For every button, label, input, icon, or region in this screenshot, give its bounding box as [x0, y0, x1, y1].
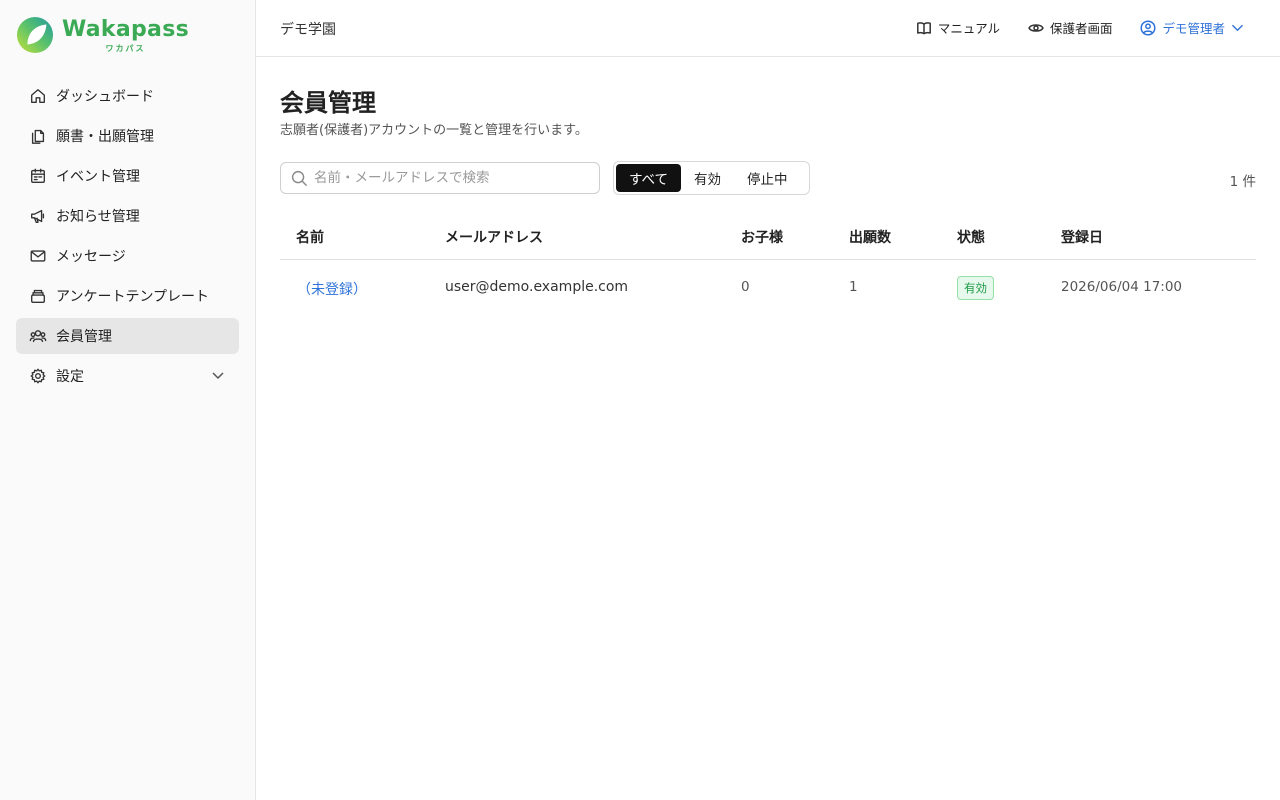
column-header-children[interactable]: お子様 [741, 227, 783, 247]
sidebar-item-applications[interactable]: 願書・出願管理 [16, 118, 239, 154]
book-icon [916, 21, 931, 34]
sidebar-item-members[interactable]: 会員管理 [16, 318, 239, 354]
sidebar: Wakapass ワカパス ダッシュボード 願書・出願管理 イベント管理 お知ら… [0, 0, 256, 800]
search-box[interactable] [280, 162, 600, 194]
filter-active-button[interactable]: 有効 [681, 164, 734, 192]
table-row[interactable]: （未登録） user@demo.example.com 0 1 有効 2026/… [280, 260, 1256, 316]
stack-icon [28, 286, 48, 306]
user-name: デモ管理者 [1162, 21, 1225, 36]
manual-link[interactable]: マニュアル [916, 18, 1000, 37]
organization-name: デモ学園 [280, 22, 336, 38]
sidebar-item-label: 願書・出願管理 [56, 129, 154, 145]
member-email: user@demo.example.com [445, 279, 629, 295]
sidebar-item-messages[interactable]: メッセージ [16, 238, 239, 274]
user-menu-button[interactable]: デモ管理者 [1140, 18, 1244, 37]
brand-logo[interactable]: Wakapass ワカパス [16, 16, 189, 56]
chevron-down-icon[interactable] [211, 368, 227, 384]
chevron-down-icon [1232, 24, 1243, 31]
sidebar-item-survey-templates[interactable]: アンケートテンプレート [16, 278, 239, 314]
column-header-applications[interactable]: 出願数 [849, 227, 891, 247]
sidebar-item-label: 設定 [56, 369, 84, 385]
result-count: 1 件 [1229, 174, 1256, 190]
sidebar-item-label: メッセージ [56, 249, 126, 265]
table-header: 名前 メールアドレス お子様 出願数 状態 登録日 [280, 215, 1256, 260]
sidebar-item-label: お知らせ管理 [56, 209, 140, 225]
member-name-link[interactable]: （未登録） [297, 279, 367, 299]
gear-icon [28, 366, 48, 386]
filter-suspended-button[interactable]: 停止中 [734, 164, 801, 192]
status-filter: すべて 有効 停止中 [613, 161, 810, 195]
manual-label: マニュアル [937, 21, 1000, 36]
calendar-icon [28, 166, 48, 186]
sidebar-item-label: 会員管理 [56, 329, 112, 345]
header-actions: マニュアル 保護者画面 デモ管理者 [888, 18, 1244, 37]
search-icon [291, 170, 308, 186]
users-icon [28, 326, 48, 346]
sidebar-item-label: ダッシュボード [56, 89, 154, 105]
brand-kana: ワカパス [105, 44, 146, 53]
sidebar-item-announcements[interactable]: お知らせ管理 [16, 198, 239, 234]
brand-name: Wakapass [62, 17, 189, 42]
sidebar-item-label: イベント管理 [56, 169, 140, 185]
member-children-count: 0 [741, 279, 750, 295]
page-description: 志願者(保護者)アカウントの一覧と管理を行います。 [280, 123, 588, 138]
documents-icon [28, 126, 48, 146]
guardian-view-label: 保護者画面 [1049, 21, 1113, 36]
sidebar-item-dashboard[interactable]: ダッシュボード [16, 78, 239, 114]
user-circle-icon [1140, 19, 1157, 36]
column-header-registered[interactable]: 登録日 [1061, 227, 1103, 247]
column-header-email[interactable]: メールアドレス [445, 227, 543, 247]
filter-all-button[interactable]: すべて [616, 164, 682, 192]
guardian-view-link[interactable]: 保護者画面 [1028, 18, 1113, 37]
search-input[interactable] [314, 170, 594, 186]
sidebar-item-label: アンケートテンプレート [56, 289, 210, 305]
column-header-name[interactable]: 名前 [296, 227, 324, 247]
member-registered-date: 2026/06/04 17:00 [1061, 279, 1183, 295]
mail-icon [28, 246, 48, 266]
top-header: デモ学園 マニュアル 保護者画面 デモ管理者 [256, 0, 1280, 57]
page-title: 会員管理 [280, 89, 376, 117]
member-application-count: 1 [849, 279, 858, 295]
column-header-status[interactable]: 状態 [957, 227, 985, 247]
home-icon [28, 86, 48, 106]
sidebar-item-settings[interactable]: 設定 [16, 358, 239, 394]
sidebar-item-events[interactable]: イベント管理 [16, 158, 239, 194]
leaf-logo-icon [16, 16, 54, 54]
status-badge: 有効 [957, 276, 994, 300]
megaphone-icon [28, 206, 48, 226]
members-table: 名前 メールアドレス お子様 出願数 状態 登録日 （未登録） user@dem… [280, 215, 1256, 316]
eye-icon [1028, 23, 1044, 32]
sidebar-nav: ダッシュボード 願書・出願管理 イベント管理 お知らせ管理 メッセージ アンケー… [16, 78, 239, 398]
